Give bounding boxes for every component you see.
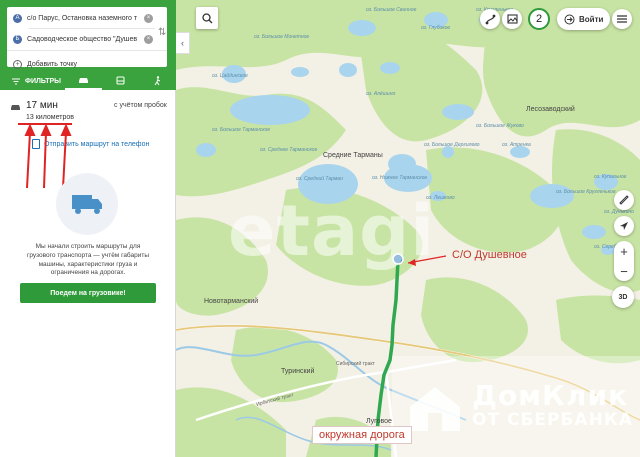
geolocation-icon[interactable] [614, 216, 634, 236]
ruler-icon[interactable] [614, 190, 634, 210]
label-sibirsky-trakt: Сибирский тракт [336, 361, 375, 367]
label-lake-kupalnoe: оз. Купальное [594, 174, 627, 180]
route-panel: A с/о Парус, Остановка наземного т × Б С… [0, 0, 176, 457]
zoom-out-button[interactable]: − [614, 261, 634, 281]
domclick-line2: ОТ СБЕРБАНКА [472, 410, 633, 430]
label-lake-atrenka: оз. Атренка [502, 142, 531, 148]
map-view[interactable]: Лесозаводский Средние Тарманы Новотарман… [176, 0, 640, 457]
collapse-panel-button[interactable]: ‹ [176, 32, 190, 54]
routes-icon[interactable] [480, 9, 500, 29]
truck-illustration [56, 173, 118, 235]
label-lake-bolshoe-dergilevo: оз. Большое Дергилево [424, 142, 480, 148]
label-lake-tsaidinskoe: оз. Цайдинское [212, 73, 248, 79]
label-lake-bolshoe-tarmanskoe: оз. Большое Тарманское [212, 127, 271, 133]
notifications-counter[interactable]: 2 [528, 8, 550, 30]
label-lake-nizhnee-tarmanskoe: оз. Нижнее Тарманское [372, 175, 428, 181]
label-srednie-tarmany: Средние Тарманы [323, 152, 383, 159]
label-lake-sredny-tarman: оз. Средний Тарман [296, 176, 343, 182]
label-turinsky: Туринский [281, 368, 315, 375]
label-lake-glubokoe: оз. Глубокое [421, 25, 451, 31]
domclick-logo [410, 387, 460, 431]
label-lugovoe: Луговое [366, 418, 392, 425]
login-icon [564, 14, 575, 24]
zoom-control: + − [614, 241, 634, 281]
truck-icon [72, 195, 102, 214]
menu-icon[interactable] [612, 9, 632, 29]
label-lake-srednee-tarmanskoe: оз. Среднее Тарманское [260, 147, 318, 153]
login-label: Войти [579, 14, 604, 24]
label-lake-alyoshino: оз. Алёшино [366, 91, 396, 97]
3d-view-button[interactable]: 3D [612, 286, 634, 308]
search-icon[interactable] [196, 7, 218, 29]
truck-button[interactable]: Поедем на грузовике! [20, 283, 156, 303]
domclick-line1: ДомКлик [472, 379, 629, 412]
label-lake-dunkino: оз. Дунькино [604, 209, 634, 215]
domclick-text: ДомКлик ОТ СБЕРБАНКА [472, 382, 633, 429]
label-lake-bolshoe-zhukovo: оз. Большое Жуково [476, 123, 524, 129]
truck-info-text: Мы начали строить маршруты для грузового… [26, 243, 150, 277]
snt-annotation: С/О Душевное [452, 249, 527, 261]
label-lesozavodsky: Лесозаводский [526, 106, 575, 113]
label-novotarmansky: Новотарманский [204, 298, 259, 305]
label-lake-bolshoe-svinnoe: оз. Большое Свинное [366, 7, 417, 13]
distance-arrows [24, 123, 72, 189]
zoom-in-button[interactable]: + [614, 241, 634, 261]
etagi-watermark: etagi [228, 190, 436, 272]
layers-icon[interactable] [502, 9, 522, 29]
label-lake-bolshoe-kruglenkoe: оз. Большое Кругленькое [556, 189, 616, 195]
login-button[interactable]: Войти [557, 8, 611, 30]
label-lake-bolshoe-monetnoe: оз. Большое Монетное [254, 34, 310, 40]
ring-road-annotation: окружная дорога [312, 426, 412, 444]
